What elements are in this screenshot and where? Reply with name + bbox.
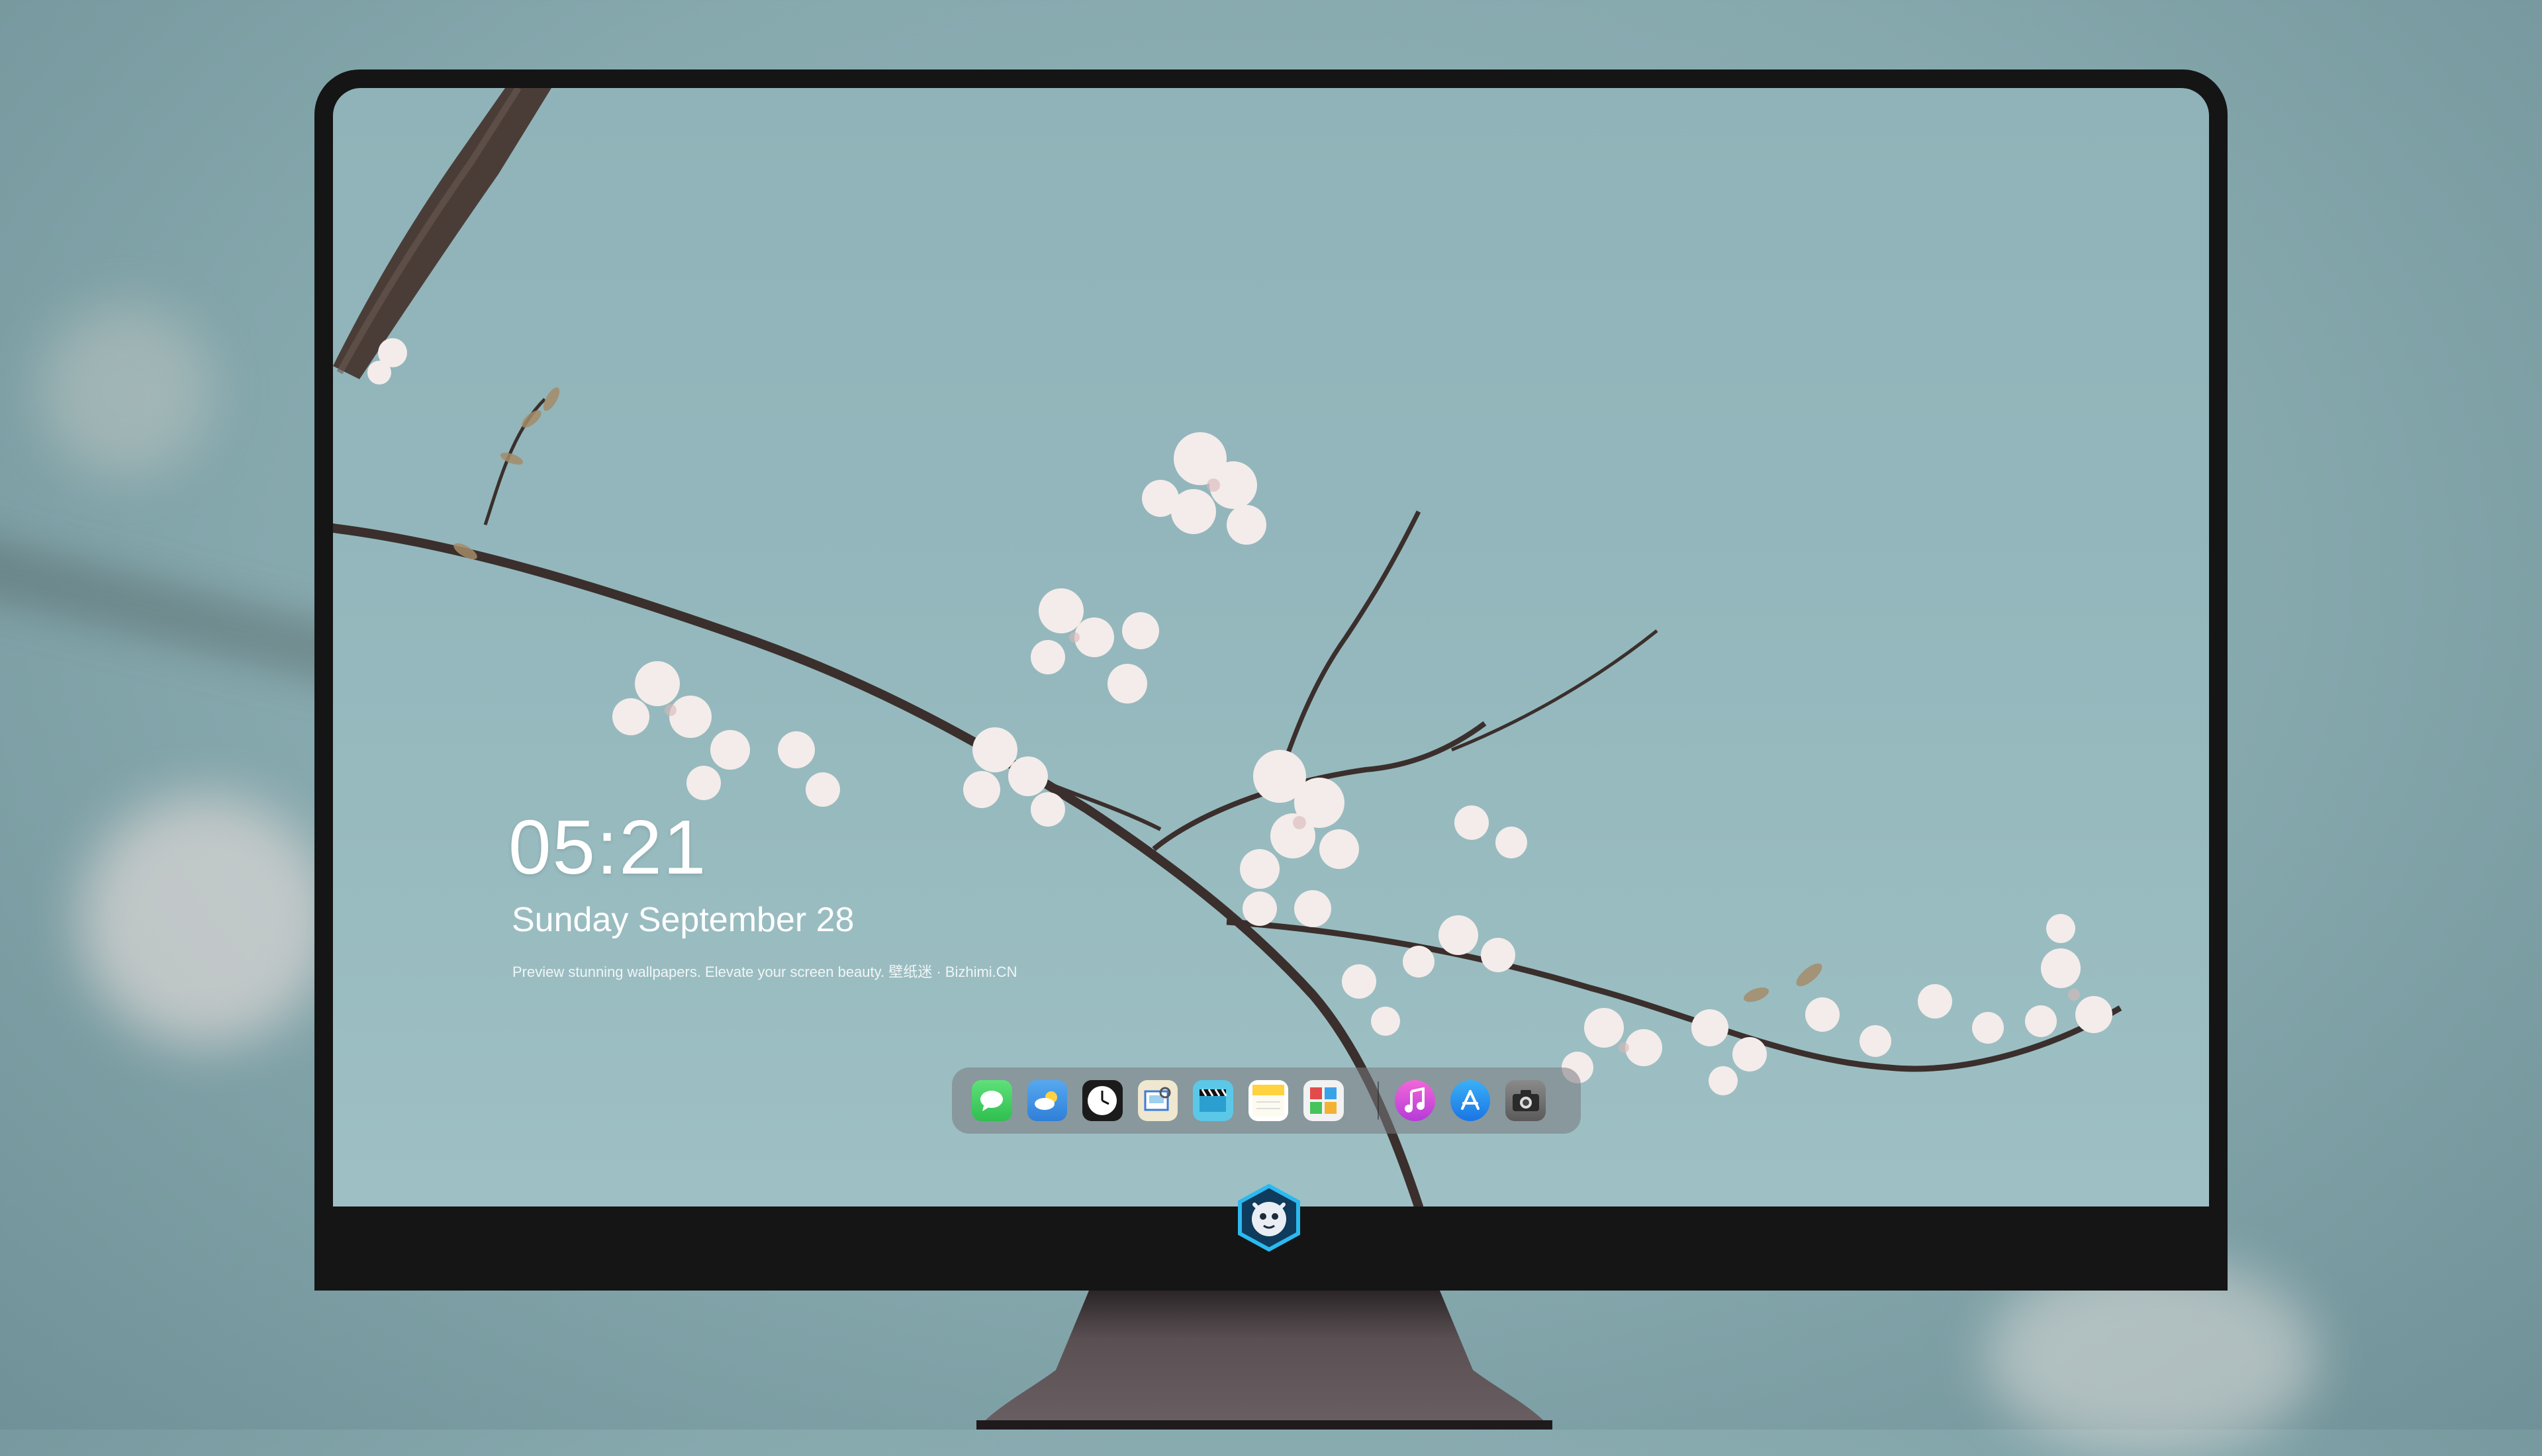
clock-icon[interactable]: [1082, 1080, 1123, 1121]
clapperboard-icon[interactable]: [1193, 1080, 1233, 1121]
weather-icon[interactable]: [1027, 1080, 1067, 1121]
lock-date: Sunday September 28: [512, 901, 855, 939]
wallpaper-caption: Preview stunning wallpapers. Elevate you…: [512, 964, 1017, 980]
monitor-stand: [976, 1291, 1552, 1430]
preview-icon[interactable]: [1137, 1080, 1178, 1121]
notes-icon[interactable]: [1248, 1080, 1288, 1121]
background-blossom: [79, 794, 331, 1046]
cherry-blossom-wallpaper: [333, 88, 2122, 1206]
brand-logo: [1238, 1183, 1300, 1252]
camera-icon[interactable]: [1505, 1080, 1546, 1121]
lock-time: 05:21: [508, 804, 708, 890]
monitor: 05:21 Sunday September 28 Preview stunni…: [314, 69, 2228, 1291]
app-store-icon[interactable]: [1450, 1080, 1491, 1121]
messages-icon[interactable]: [972, 1080, 1012, 1121]
dock-divider: [1377, 1081, 1380, 1120]
music-icon[interactable]: [1395, 1080, 1435, 1121]
photo-booth-icon[interactable]: [1303, 1080, 1344, 1121]
dock: [952, 1068, 1581, 1134]
background-blossom: [40, 304, 212, 477]
screen: 05:21 Sunday September 28 Preview stunni…: [333, 88, 2209, 1206]
